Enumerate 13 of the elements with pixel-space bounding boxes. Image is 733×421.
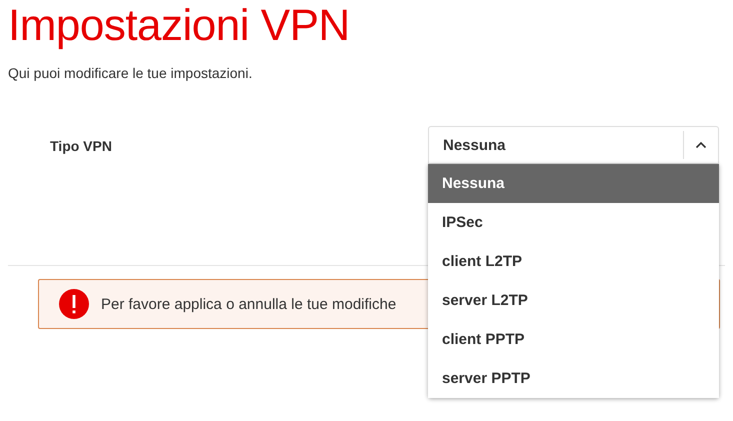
field-label: Tipo VPN [50,138,113,154]
vpn-type-dropdown[interactable]: Nessuna [428,126,719,164]
dropdown-option[interactable]: IPSec [428,203,719,242]
alert-message: Per favore applica o annulla le tue modifiche [101,296,396,312]
exclamation-icon [59,289,89,319]
page-title: Impostazioni VPN [7,0,351,50]
dropdown-option[interactable]: client L2TP [428,242,719,281]
page-subtitle: Qui puoi modificare le tue impostazioni. [8,64,252,82]
dropdown-option[interactable]: client PPTP [428,320,719,359]
dropdown-option[interactable]: server L2TP [428,281,719,320]
dropdown-option[interactable]: server PPTP [428,359,719,398]
chevron-icon [695,141,707,149]
dropdown-option[interactable]: Nessuna [428,164,719,203]
